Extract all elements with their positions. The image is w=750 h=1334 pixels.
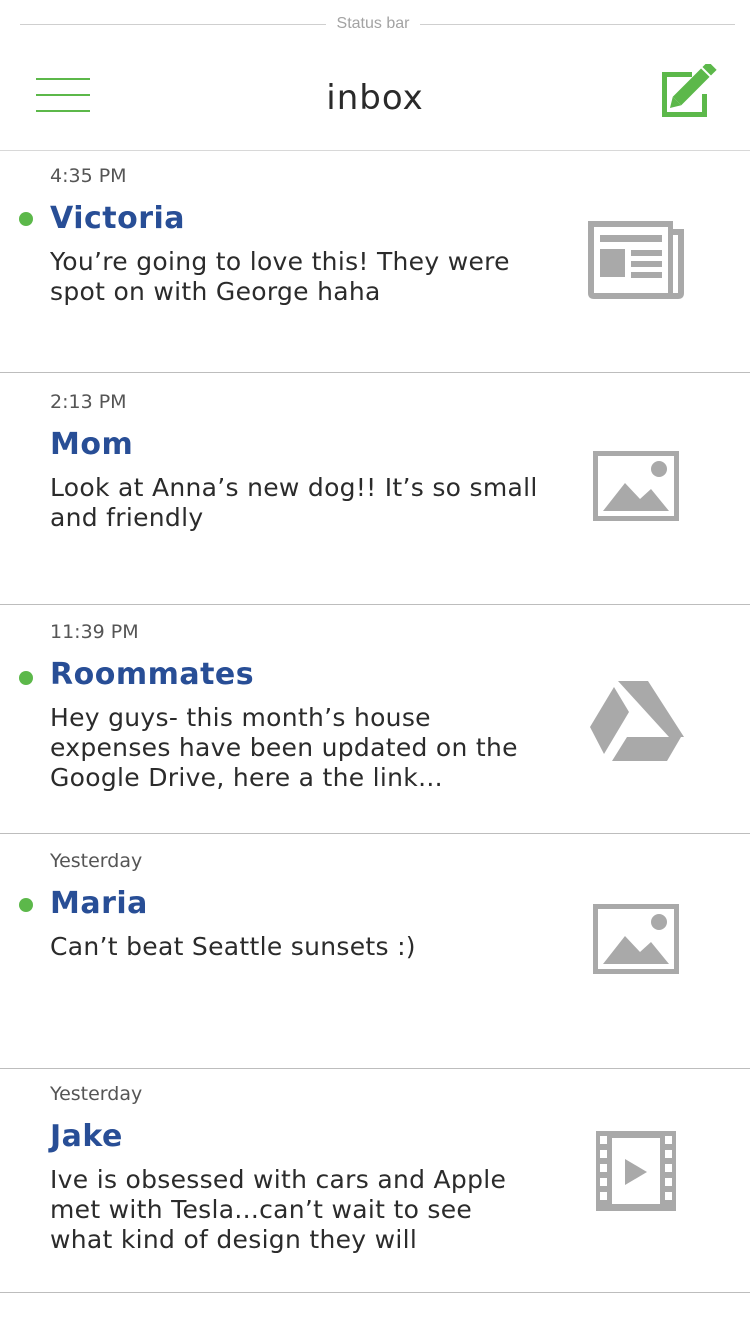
status-bar-label: Status bar	[336, 15, 410, 32]
message-preview: Can’t beat Seattle sunsets :)	[50, 932, 416, 961]
news-article-icon	[585, 217, 687, 303]
message-time: Yesterday	[50, 850, 143, 872]
video-icon	[585, 1131, 687, 1217]
unread-indicator	[19, 212, 33, 226]
message-preview: You’re going to love this! They were spo…	[50, 247, 510, 306]
app-header: inbox	[0, 48, 750, 151]
google-drive-icon	[585, 679, 687, 765]
page-title: inbox	[326, 78, 424, 118]
compose-edit-icon[interactable]	[658, 61, 722, 120]
menu-bar	[36, 94, 90, 96]
status-bar-divider-right	[420, 24, 735, 25]
message-preview: Look at Anna’s new dog!! It’s so small a…	[50, 473, 538, 532]
status-bar-divider-left	[20, 24, 326, 25]
message-row-jake[interactable]: Yesterday Jake Ive is obsessed with cars…	[0, 1069, 750, 1293]
unread-indicator	[19, 898, 33, 912]
message-time: 11:39 PM	[50, 621, 139, 643]
message-time: Yesterday	[50, 1083, 143, 1105]
message-row-roommates[interactable]: 11:39 PM Roommates Hey guys- this month’…	[0, 605, 750, 834]
message-sender: Jake	[50, 1119, 123, 1154]
hamburger-menu-icon[interactable]	[36, 76, 90, 114]
message-row-victoria[interactable]: 4:35 PM Victoria You’re going to love th…	[0, 151, 750, 373]
message-sender: Maria	[50, 886, 148, 921]
message-row-maria[interactable]: Yesterday Maria Can’t beat Seattle sunse…	[0, 834, 750, 1069]
message-sender: Roommates	[50, 657, 255, 692]
message-sender: Victoria	[50, 201, 186, 236]
image-icon	[585, 904, 687, 990]
message-preview: Ive is obsessed with cars and Apple met …	[50, 1165, 507, 1254]
menu-bar	[36, 110, 90, 112]
image-icon	[585, 451, 687, 537]
message-sender: Mom	[50, 427, 134, 462]
message-time: 2:13 PM	[50, 391, 127, 413]
menu-bar	[36, 78, 90, 80]
message-preview: Hey guys- this month’s house expenses ha…	[50, 703, 518, 792]
status-bar: Status bar	[0, 0, 750, 48]
unread-indicator	[19, 671, 33, 685]
message-time: 4:35 PM	[50, 165, 127, 187]
message-row-mom[interactable]: 2:13 PM Mom Look at Anna’s new dog!! It’…	[0, 373, 750, 605]
